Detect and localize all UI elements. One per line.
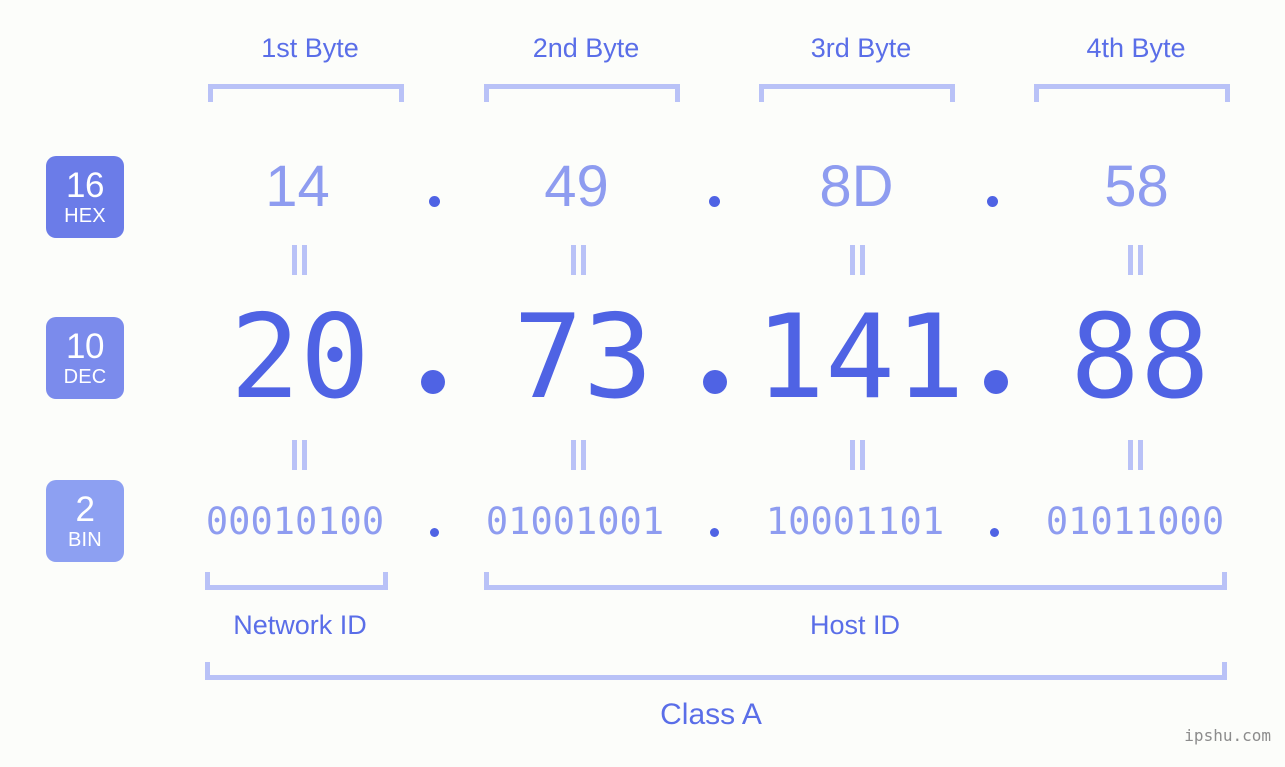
byte-bracket-4: [1034, 84, 1230, 102]
equals-mark-dec-bin-2: [571, 440, 587, 470]
byte-header-1: 1st Byte: [261, 33, 359, 63]
bin-value-byte-2: 01001001: [485, 500, 665, 543]
network-id-bracket: [205, 572, 388, 590]
hex-value-byte-4: 58: [1104, 154, 1169, 219]
base-badge-dec-label: DEC: [63, 366, 107, 388]
byte-bracket-1: [208, 84, 404, 102]
dec-value-byte-1: 20: [230, 290, 370, 425]
byte-bracket-2: [484, 84, 680, 102]
dec-value-byte-4: 88: [1070, 290, 1210, 425]
bin-separator-dot-2: [710, 528, 719, 537]
bin-separator-dot-3: [990, 528, 999, 537]
base-badge-bin: 2 BIN: [46, 480, 124, 562]
base-badge-hex: 16 HEX: [46, 156, 124, 238]
dec-separator-dot-2: [703, 370, 727, 394]
class-label: Class A: [660, 698, 762, 731]
hex-value-byte-2: 49: [544, 154, 609, 219]
equals-mark-hex-dec-1: [292, 245, 308, 275]
byte-header-4: 4th Byte: [1086, 33, 1186, 63]
base-badge-dec-number: 10: [66, 327, 104, 366]
equals-mark-hex-dec-2: [571, 245, 587, 275]
ip-address-breakdown-diagram: 1st Byte 2nd Byte 3rd Byte 4th Byte 16 H…: [0, 0, 1285, 767]
byte-header-2: 2nd Byte: [532, 33, 640, 63]
hex-separator-dot-2: [709, 196, 720, 207]
network-id-label: Network ID: [233, 610, 367, 640]
equals-mark-dec-bin-4: [1128, 440, 1144, 470]
equals-mark-hex-dec-4: [1128, 245, 1144, 275]
hex-separator-dot-1: [429, 196, 440, 207]
equals-mark-dec-bin-1: [292, 440, 308, 470]
base-badge-dec: 10 DEC: [46, 317, 124, 399]
hex-value-byte-1: 14: [265, 154, 330, 219]
base-badge-hex-label: HEX: [64, 205, 106, 227]
bin-separator-dot-1: [430, 528, 439, 537]
class-bracket: [205, 662, 1227, 680]
base-badge-hex-number: 16: [66, 166, 104, 205]
hex-separator-dot-3: [987, 196, 998, 207]
bin-value-byte-1: 00010100: [205, 500, 385, 543]
bin-value-byte-3: 10001101: [765, 500, 945, 543]
bin-value-byte-4: 01011000: [1045, 500, 1225, 543]
dec-value-byte-3: 141: [755, 290, 965, 425]
dec-separator-dot-3: [984, 370, 1008, 394]
host-id-label: Host ID: [809, 610, 901, 640]
byte-bracket-3: [759, 84, 955, 102]
equals-mark-dec-bin-3: [850, 440, 866, 470]
dec-value-byte-2: 73: [513, 290, 653, 425]
hex-value-byte-3: 8D: [819, 154, 894, 219]
watermark: ipshu.com: [1184, 726, 1271, 745]
byte-header-3: 3rd Byte: [810, 33, 912, 63]
base-badge-bin-label: BIN: [68, 529, 102, 551]
dec-separator-dot-1: [421, 370, 445, 394]
base-badge-bin-number: 2: [75, 490, 95, 529]
host-id-bracket: [484, 572, 1227, 590]
equals-mark-hex-dec-3: [850, 245, 866, 275]
